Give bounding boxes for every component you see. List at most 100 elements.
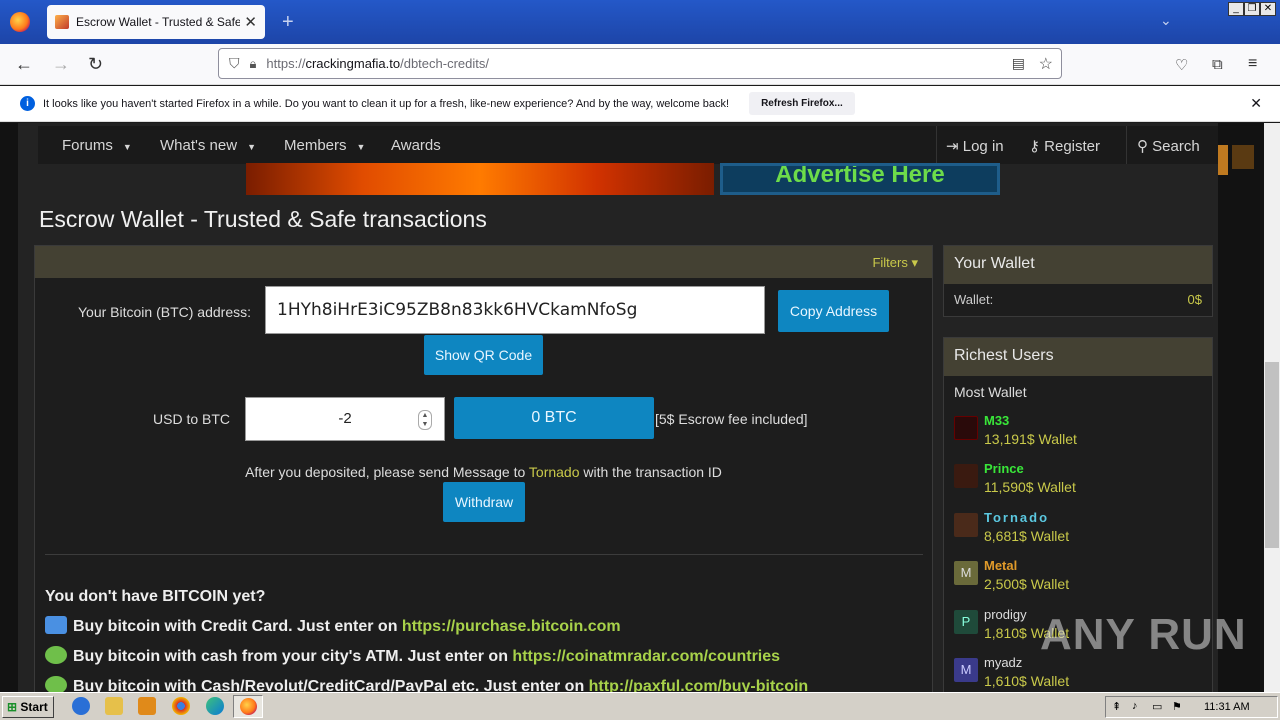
nav-members-label: Members	[284, 137, 347, 154]
withdraw-button[interactable]: Withdraw	[443, 482, 525, 522]
avatar[interactable]: P	[954, 610, 978, 634]
ad-banner-left[interactable]	[246, 163, 714, 195]
btc-result-button[interactable]: 0 BTC	[454, 397, 654, 439]
buy-line-text: Buy bitcoin with Credit Card. Just enter…	[73, 618, 402, 635]
user-wallet: 1,610$ Wallet	[984, 673, 1070, 689]
avatar[interactable]	[954, 416, 978, 440]
number-stepper-icon[interactable]: ▲ ▼	[418, 410, 432, 430]
folder-icon[interactable]	[105, 697, 123, 715]
pocket-icon[interactable]: ♡	[1175, 56, 1188, 74]
search-icon: ⚲	[1137, 138, 1153, 155]
url-bar[interactable]: ⛉ 🔒︎ https://crackingmafia.to/dbtech-cre…	[218, 48, 1062, 79]
user-wallet: 13,191$ Wallet	[984, 431, 1077, 447]
filters-button[interactable]: Filters ▾	[872, 255, 918, 271]
firefox-notification-bar: i It looks like you haven't started Fire…	[0, 86, 1280, 122]
divider	[45, 554, 923, 555]
minimize-button[interactable]: _	[1228, 2, 1244, 16]
start-button[interactable]: ⊞ Start	[2, 696, 54, 718]
menu-icon[interactable]: ≡	[1248, 55, 1257, 73]
credit-card-icon	[45, 616, 67, 634]
user-name[interactable]: Tornado	[984, 510, 1049, 525]
user-name[interactable]: myadz	[984, 655, 1022, 670]
network-icon[interactable]: ▭	[1152, 700, 1162, 713]
volume-icon[interactable]: ♪	[1132, 700, 1138, 712]
avatar[interactable]: M	[954, 658, 978, 682]
register-link[interactable]: ⚷ Register	[1029, 137, 1100, 155]
clock[interactable]: 11:31 AM	[1204, 701, 1250, 713]
refresh-firefox-button[interactable]: Refresh Firefox...	[749, 92, 855, 115]
nav-members[interactable]: Members ▼	[284, 137, 365, 154]
tray-expand-icon[interactable]: ⇞	[1112, 700, 1121, 713]
usd-amount-input[interactable]: -2 ▲ ▼	[245, 397, 445, 441]
usd-to-btc-label: USD to BTC	[153, 411, 231, 427]
close-tab-icon[interactable]: ✕	[244, 13, 257, 31]
richest-users-title: Richest Users	[944, 338, 1212, 376]
ie-icon[interactable]	[72, 697, 90, 715]
ad-banner-advertise[interactable]: Advertise Here	[720, 163, 1000, 195]
buy-line-text: Buy bitcoin with cash from your city's A…	[73, 648, 513, 665]
url-domain: crackingmafia.to	[305, 56, 401, 71]
flag-icon[interactable]: ⚑	[1172, 700, 1182, 713]
back-arrow-icon[interactable]: ←	[15, 54, 33, 75]
url-path: /dbtech-credits/	[400, 56, 489, 71]
avatar[interactable]	[954, 513, 978, 537]
extensions-icon[interactable]: ⧉	[1212, 56, 1223, 73]
btc-address-label: Your Bitcoin (BTC) address:	[78, 304, 251, 320]
reader-view-icon[interactable]: ▤	[1012, 55, 1025, 72]
close-window-button[interactable]: ✕	[1260, 2, 1276, 16]
chevron-down-icon[interactable]: ▼	[357, 142, 366, 152]
list-tabs-chevron-icon[interactable]: ⌄	[1160, 12, 1172, 29]
reload-icon[interactable]: ↻	[88, 54, 103, 75]
page-title: Escrow Wallet - Trusted & Safe transacti…	[39, 206, 487, 232]
media-player-icon[interactable]	[138, 697, 156, 715]
btc-address-field[interactable]: 1HYh8iHrE3iC95ZB8n83kk6HVCkamNfoSg	[265, 286, 765, 334]
firefox-taskbar-button[interactable]	[233, 695, 263, 718]
user-name[interactable]: prodigy	[984, 607, 1027, 622]
search-link[interactable]: ⚲ Search	[1137, 137, 1200, 155]
login-label: Log in	[962, 138, 1004, 155]
user-name[interactable]: Metal	[984, 558, 1017, 573]
chrome-icon[interactable]	[172, 697, 190, 715]
nav-forums[interactable]: Forums ▼	[62, 137, 132, 154]
edge-icon[interactable]	[206, 697, 224, 715]
escrow-panel-header: Filters ▾	[35, 246, 932, 278]
windows-logo-icon: ⊞	[7, 700, 18, 714]
forward-arrow-icon[interactable]: →	[52, 54, 70, 75]
paxful-link[interactable]: http://paxful.com/buy-bitcoin	[589, 678, 809, 692]
chevron-down-icon[interactable]: ▼	[123, 142, 132, 152]
browser-nav-bar: ← → ↻ ⛉ 🔒︎ https://crackingmafia.to/dbte…	[0, 44, 1280, 85]
bookmark-star-icon[interactable]: ☆	[1039, 54, 1053, 74]
escrow-panel: Filters ▾ Your Bitcoin (BTC) address: 1H…	[34, 245, 933, 692]
tornado-user-link[interactable]: Tornado	[529, 464, 580, 480]
lock-icon[interactable]: 🔒︎	[250, 56, 257, 72]
show-qr-code-button[interactable]: Show QR Code	[424, 335, 543, 375]
key-icon: ⚷	[1029, 138, 1045, 155]
user-name[interactable]: Prince	[984, 461, 1024, 476]
wallet-value: 0$	[1187, 292, 1202, 307]
copy-address-button[interactable]: Copy Address	[778, 290, 889, 332]
shield-icon[interactable]: ⛉	[229, 55, 240, 72]
avatar[interactable]	[954, 464, 978, 488]
search-label: Search	[1152, 138, 1200, 155]
deposit-instructions: After you deposited, please send Message…	[35, 464, 932, 480]
chevron-down-icon[interactable]: ▼	[247, 142, 256, 152]
login-link[interactable]: ⇥ Log in	[946, 137, 1004, 155]
restore-button[interactable]: ❐	[1244, 2, 1260, 16]
purchase-bitcoin-link[interactable]: https://purchase.bitcoin.com	[402, 618, 621, 635]
user-name[interactable]: M33	[984, 413, 1009, 428]
anyrun-watermark: ANY RUN	[1040, 610, 1247, 659]
avatar[interactable]: M	[954, 561, 978, 585]
scrollbar-thumb[interactable]	[1265, 362, 1279, 548]
firefox-icon[interactable]	[10, 12, 30, 32]
nav-whats-new[interactable]: What's new ▼	[160, 137, 256, 154]
buy-line-paxful: Buy bitcoin with Cash/Revolut/CreditCard…	[45, 676, 808, 692]
nav-awards[interactable]: Awards	[391, 137, 441, 154]
close-notification-icon[interactable]: ✕	[1250, 95, 1262, 112]
user-wallet: 11,590$ Wallet	[984, 479, 1076, 495]
tab-title: Escrow Wallet - Trusted & Safe tra	[76, 15, 241, 29]
coinatmradar-link[interactable]: https://coinatmradar.com/countries	[512, 648, 780, 665]
browser-tab[interactable]: Escrow Wallet - Trusted & Safe tra ✕	[47, 5, 265, 39]
new-tab-icon[interactable]: +	[282, 11, 294, 34]
your-wallet-block: Your Wallet Wallet: 0$	[943, 245, 1213, 317]
login-icon: ⇥	[946, 138, 963, 155]
